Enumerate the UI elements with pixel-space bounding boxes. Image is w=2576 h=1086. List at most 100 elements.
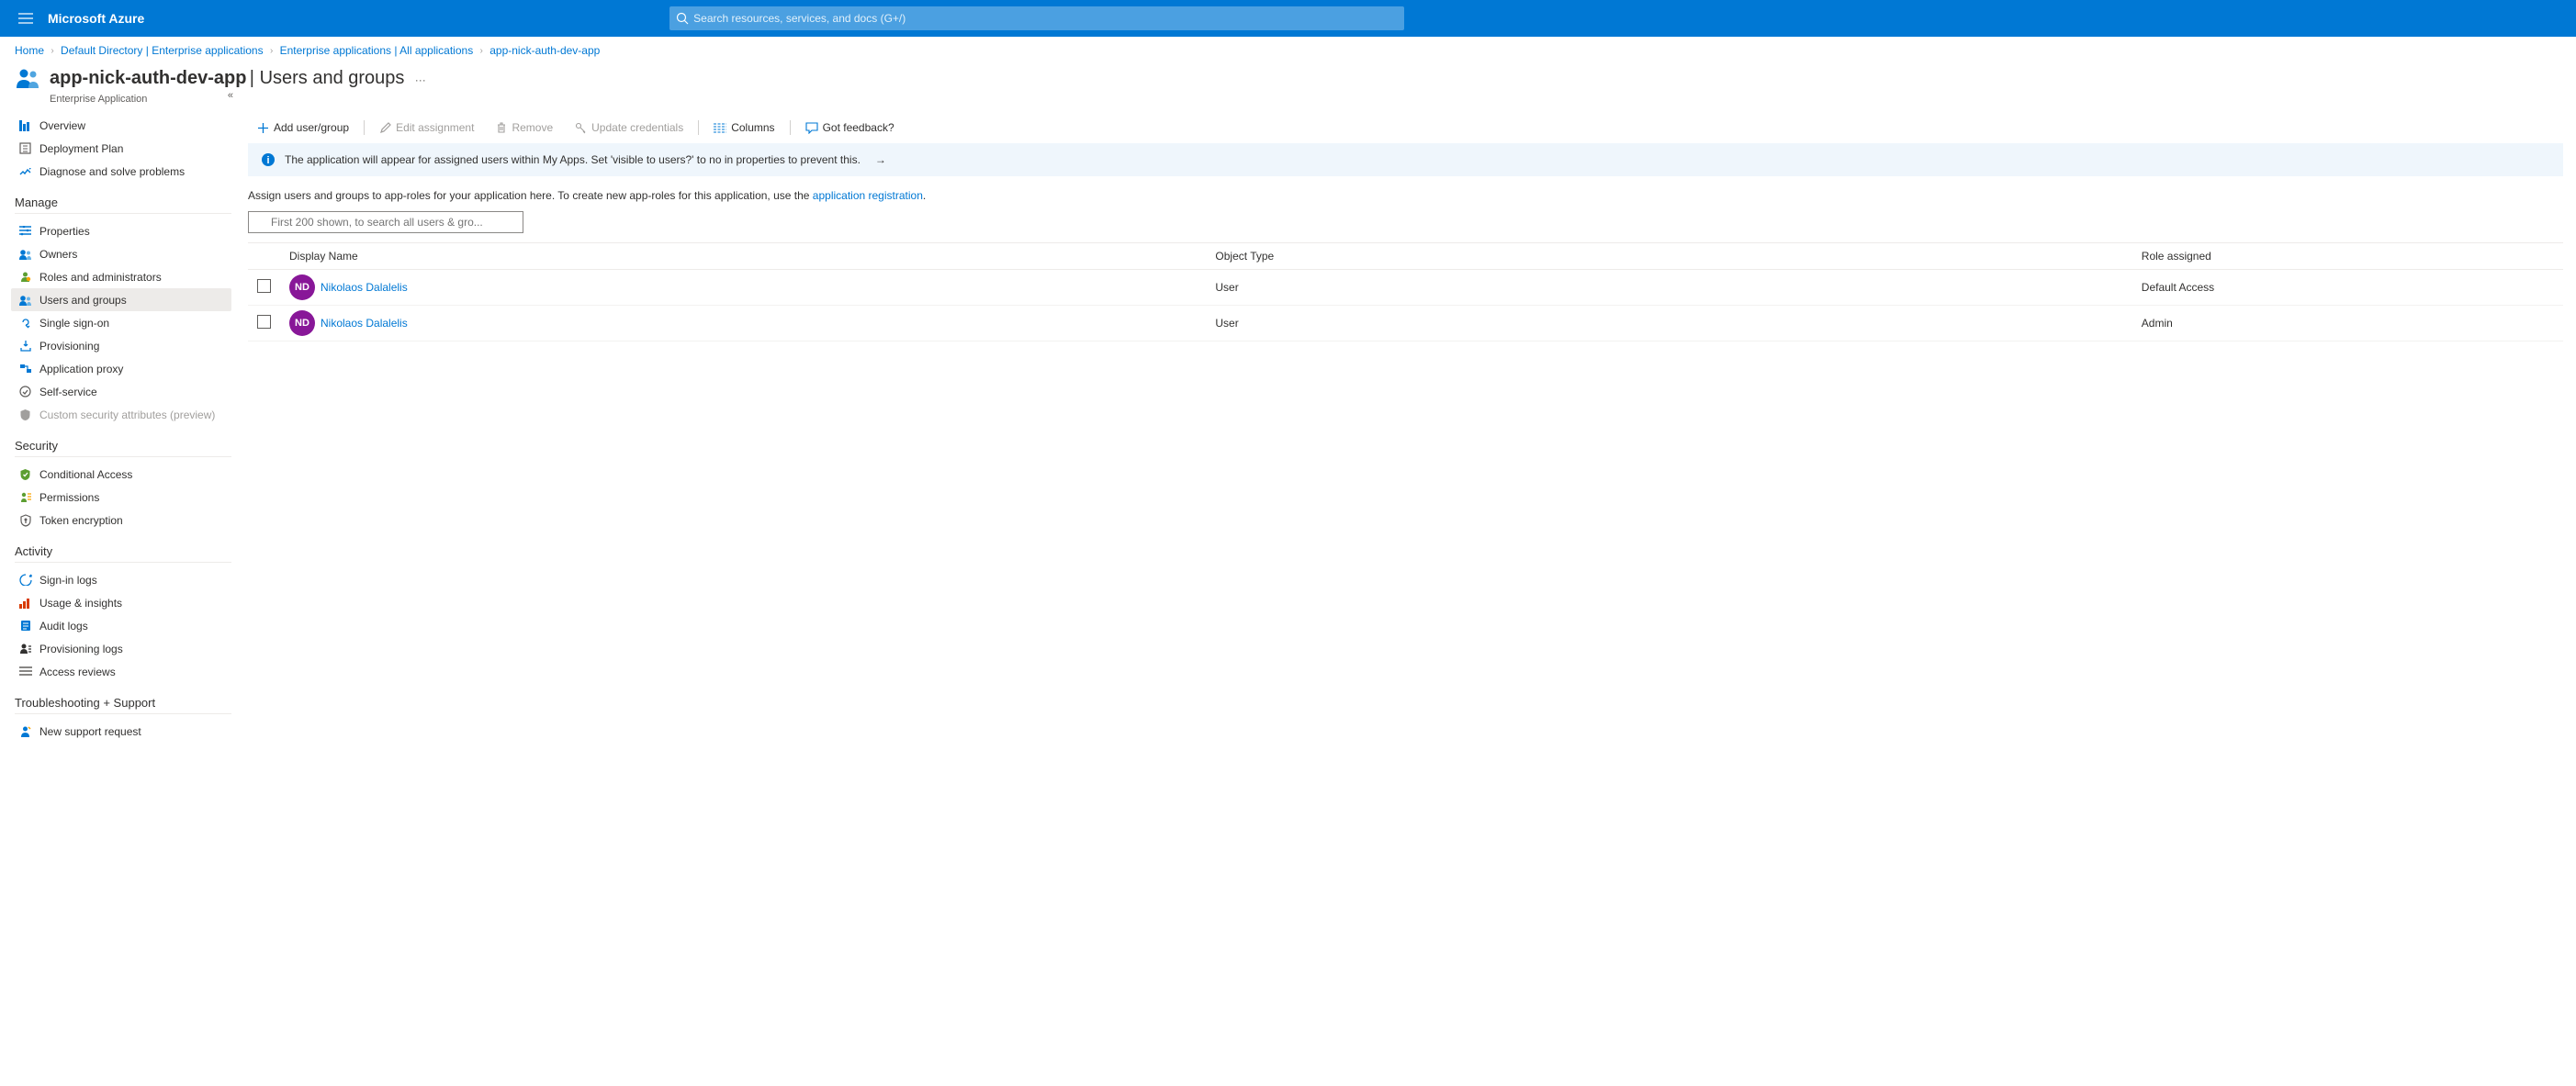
feedback-icon	[805, 122, 818, 134]
sidebar-item-audit[interactable]: Audit logs	[11, 614, 231, 637]
user-name-link[interactable]: Nikolaos Dalalelis	[321, 317, 408, 330]
breadcrumb-link[interactable]: Home	[15, 44, 44, 57]
sidebar-item-label: Owners	[39, 248, 77, 261]
signin-icon	[18, 573, 32, 587]
sidebar-group-title: Manage	[15, 196, 231, 214]
deploy-icon	[18, 141, 32, 155]
sidebar-item-label: Single sign-on	[39, 317, 109, 330]
row-checkbox[interactable]	[257, 315, 271, 329]
chevron-right-icon: ›	[270, 46, 273, 56]
sidebar-item-support[interactable]: New support request	[11, 720, 231, 743]
sidebar-item-label: Self-service	[39, 386, 97, 398]
sidebar-item-label: Access reviews	[39, 666, 116, 678]
cell-object-type: User	[1206, 270, 2132, 306]
prov-icon	[18, 339, 32, 353]
sidebar-item-label: Properties	[39, 225, 90, 238]
breadcrumb-link[interactable]: app-nick-auth-dev-app	[489, 44, 600, 57]
table-row[interactable]: NDNikolaos Dalalelis User Default Access	[248, 270, 2563, 306]
user-name-link[interactable]: Nikolaos Dalalelis	[321, 281, 408, 294]
sidebar-item-label: Provisioning	[39, 340, 99, 353]
sidebar-item-perms[interactable]: Permissions	[11, 486, 231, 509]
toolbar-separator	[790, 120, 791, 135]
breadcrumb: Home › Default Directory | Enterprise ap…	[0, 37, 2576, 61]
perms-icon	[18, 490, 32, 504]
hamburger-icon	[18, 13, 33, 24]
sidebar-item-props[interactable]: Properties	[11, 219, 231, 242]
sidebar-item-overview[interactable]: Overview	[11, 114, 231, 137]
col-role[interactable]: Role assigned	[2132, 243, 2563, 270]
csa-icon	[18, 408, 32, 421]
arrow-right-icon[interactable]: →	[875, 153, 886, 166]
breadcrumb-link[interactable]: Default Directory | Enterprise applicati…	[61, 44, 264, 57]
sidebar-item-deploy[interactable]: Deployment Plan	[11, 137, 231, 160]
sidebar-item-label: Application proxy	[39, 363, 123, 375]
sidebar-item-owners[interactable]: Owners	[11, 242, 231, 265]
sidebar-item-label: Token encryption	[39, 514, 123, 527]
sidebar-item-access[interactable]: Access reviews	[11, 660, 231, 683]
overview-icon	[18, 118, 32, 132]
remove-button[interactable]: Remove	[487, 118, 562, 138]
assign-help-text: Assign users and groups to app-roles for…	[248, 176, 2576, 211]
page-subtitle: Enterprise Application	[50, 94, 2576, 114]
edit-assignment-button[interactable]: Edit assignment	[370, 118, 483, 138]
props-icon	[18, 224, 32, 238]
sidebar-item-label: Conditional Access	[39, 468, 132, 481]
sidebar-item-label: Permissions	[39, 491, 99, 504]
sidebar-item-label: Custom security attributes (preview)	[39, 409, 215, 421]
sidebar-item-roles[interactable]: Roles and administrators	[11, 265, 231, 288]
sidebar-item-label: Usage & insights	[39, 597, 122, 610]
sidebar-item-provlogs[interactable]: Provisioning logs	[11, 637, 231, 660]
filter-container	[248, 211, 523, 233]
brand-label[interactable]: Microsoft Azure	[48, 11, 144, 26]
columns-button[interactable]: Columns	[704, 118, 783, 138]
feedback-button[interactable]: Got feedback?	[796, 118, 904, 138]
global-search-input[interactable]	[669, 6, 1404, 30]
banner-text: The application will appear for assigned…	[285, 153, 861, 166]
add-user-group-button[interactable]: Add user/group	[248, 118, 358, 138]
sidebar-item-condacc[interactable]: Conditional Access	[11, 463, 231, 486]
key-icon	[575, 122, 587, 134]
breadcrumb-link[interactable]: Enterprise applications | All applicatio…	[280, 44, 474, 57]
sidebar-item-usage[interactable]: Usage & insights	[11, 591, 231, 614]
collapse-sidebar-button[interactable]: «	[228, 90, 233, 101]
table-row[interactable]: NDNikolaos Dalalelis User Admin	[248, 306, 2563, 341]
menu-toggle[interactable]	[4, 13, 48, 24]
sidebar-item-sso[interactable]: Single sign-on	[11, 311, 231, 334]
sidebar-item-csa: Custom security attributes (preview)	[11, 403, 231, 426]
col-object-type[interactable]: Object Type	[1206, 243, 2132, 270]
info-banner: i The application will appear for assign…	[248, 143, 2563, 176]
token-icon	[18, 513, 32, 527]
sidebar-item-diagnose[interactable]: Diagnose and solve problems	[11, 160, 231, 183]
col-display-name[interactable]: Display Name	[280, 243, 1206, 270]
sidebar-item-users[interactable]: Users and groups	[11, 288, 231, 311]
sidebar-item-self[interactable]: Self-service	[11, 380, 231, 403]
toolbar-separator	[364, 120, 365, 135]
avatar: ND	[289, 310, 315, 336]
sidebar-group-title: Activity	[15, 544, 231, 563]
support-icon	[18, 724, 32, 738]
chevron-right-icon: ›	[480, 46, 483, 56]
sidebar-item-token[interactable]: Token encryption	[11, 509, 231, 532]
sidebar-item-proxy[interactable]: Application proxy	[11, 357, 231, 380]
columns-icon	[714, 123, 726, 133]
toolbar-separator	[698, 120, 699, 135]
svg-text:i: i	[266, 155, 269, 166]
row-checkbox[interactable]	[257, 279, 271, 293]
sidebar: « Overview Deployment Plan Diagnose and …	[0, 114, 239, 761]
sso-icon	[18, 316, 32, 330]
more-actions-button[interactable]: ···	[408, 70, 433, 90]
diagnose-icon	[18, 164, 32, 178]
sidebar-item-signin[interactable]: Sign-in logs	[11, 568, 231, 591]
sidebar-item-label: Deployment Plan	[39, 142, 123, 155]
trash-icon	[496, 122, 507, 134]
sidebar-item-label: Roles and administrators	[39, 271, 162, 284]
sidebar-item-prov[interactable]: Provisioning	[11, 334, 231, 357]
update-credentials-button[interactable]: Update credentials	[566, 118, 692, 138]
plus-icon	[257, 122, 269, 134]
cell-role: Default Access	[2132, 270, 2563, 306]
filter-input[interactable]	[248, 211, 523, 233]
app-registration-link[interactable]: application registration	[813, 189, 923, 202]
sidebar-item-label: Sign-in logs	[39, 574, 97, 587]
sidebar-item-label: Overview	[39, 119, 85, 132]
top-header: Microsoft Azure	[0, 0, 2576, 37]
